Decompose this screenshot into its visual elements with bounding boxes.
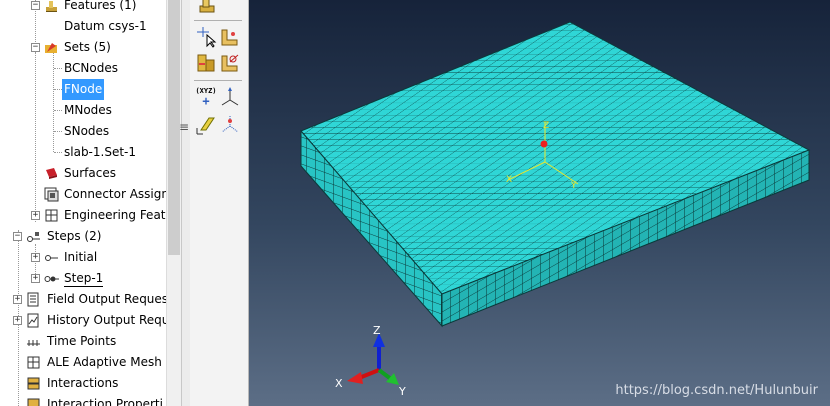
tree-item-label: ALE Adaptive Mesh C — [47, 355, 166, 369]
tree-guide — [54, 131, 62, 132]
tree-item-slab-set[interactable]: slab-1.Set-1 — [0, 142, 166, 163]
interaction-properties-icon — [27, 398, 40, 406]
collapse-icon[interactable]: − — [13, 232, 22, 241]
sets-icon — [45, 43, 57, 53]
tree-item-label: Interactions — [47, 376, 119, 390]
interactions-icon — [27, 377, 40, 390]
tree-item-label: BCNodes — [64, 61, 118, 75]
tree-item-features[interactable]: − Features (1) — [0, 0, 166, 16]
partition-face-icon[interactable] — [219, 26, 241, 48]
triad-y-label: Y — [398, 385, 406, 395]
expand-icon[interactable]: + — [31, 253, 40, 262]
tree-item-connector-assign[interactable]: Connector Assign — [0, 184, 166, 205]
plus-icon: + — [202, 94, 210, 108]
tree-item-label: Surfaces — [64, 166, 116, 180]
tree-item-engineering-features[interactable]: + Engineering Featu — [0, 205, 166, 226]
tree-item-label: Field Output Reques — [47, 292, 166, 306]
tree-guide — [54, 89, 62, 90]
tree-item-label: Step-1 — [64, 271, 104, 287]
tree-guide — [54, 110, 62, 111]
watermark: https://blog.csdn.net/Hulunbuir — [615, 383, 818, 398]
step-icon — [44, 276, 59, 282]
viewport[interactable]: Z Y X Z X Y https://blog.csdn.net/Hulunb… — [249, 0, 830, 406]
tree-item-label: slab-1.Set-1 — [64, 145, 137, 159]
tree-item-label: Engineering Featu — [64, 208, 166, 222]
tree-item-label: Initial — [64, 250, 98, 264]
fnode-point[interactable] — [540, 140, 548, 148]
tree-item-ale-adaptive-mesh[interactable]: ALE Adaptive Mesh C — [0, 352, 166, 373]
tree-item-label: SNodes — [64, 124, 110, 138]
tree-item-field-output[interactable]: + Field Output Reques — [0, 289, 166, 310]
view-triad: Z X Y — [335, 324, 406, 395]
tree-item-label: Time Points — [47, 334, 117, 348]
datum-point-icon[interactable] — [219, 114, 241, 136]
tree-item-label: MNodes — [64, 103, 112, 117]
tree-item-label: Sets (5) — [64, 40, 111, 54]
ale-mesh-icon — [27, 356, 40, 369]
tree-item-label: Connector Assign — [64, 187, 166, 201]
tree-scrollbar[interactable] — [166, 0, 181, 406]
tree-item-label: Interaction Properti — [47, 397, 163, 406]
toolbox-divider — [194, 20, 242, 21]
tree-item-bcnodes[interactable]: BCNodes — [0, 58, 166, 79]
expand-icon[interactable]: + — [31, 274, 40, 283]
datum-csys-tool[interactable]: (XYZ) + — [193, 86, 219, 108]
feature-tool-icon[interactable] — [196, 0, 218, 16]
triad-z-label: Z — [373, 324, 381, 337]
history-output-icon — [27, 313, 39, 328]
tree-item-label: History Output Requ — [47, 313, 166, 327]
expand-icon[interactable]: + — [13, 295, 22, 304]
steps-icon — [27, 232, 40, 242]
surfaces-icon — [46, 168, 57, 179]
tree-item-fnode[interactable]: FNode — [0, 79, 166, 100]
tree-item-surfaces[interactable]: Surfaces — [0, 163, 166, 184]
tree-item-initial[interactable]: + Initial — [0, 247, 166, 268]
tree-item-time-points[interactable]: Time Points — [0, 331, 166, 352]
expand-icon[interactable]: + — [13, 316, 22, 325]
engineering-features-icon — [45, 209, 58, 222]
cut-edge-icon[interactable] — [219, 52, 241, 74]
tree-item-sets[interactable]: − Sets (5) — [0, 37, 166, 58]
tree-guide — [54, 152, 62, 153]
tree-item-datum-csys[interactable]: Datum csys-1 — [0, 16, 166, 37]
initial-step-icon — [45, 255, 58, 261]
connector-icon — [44, 187, 59, 202]
tree-item-mnodes[interactable]: MNodes — [0, 100, 166, 121]
datum-axis-icon[interactable] — [219, 86, 241, 108]
triad-x-label: X — [335, 377, 343, 390]
field-output-icon — [27, 292, 39, 307]
tree-item-interaction-properties[interactable]: Interaction Properti — [0, 394, 166, 406]
svg-text:Z: Z — [543, 121, 549, 131]
features-icon — [46, 1, 57, 12]
toolbox: (XYZ) + — [190, 0, 249, 406]
tree-item-label: Steps (2) — [47, 229, 102, 243]
model-tree: − Features (1) Datum csys-1 − Sets (5) B… — [0, 0, 166, 406]
tree-item-label: Features (1) — [64, 0, 137, 12]
tree-item-history-output[interactable]: + History Output Requ — [0, 310, 166, 331]
time-points-icon — [27, 340, 40, 346]
splitter-grip-icon[interactable]: ≡ — [179, 120, 189, 134]
toolbox-divider — [194, 80, 242, 81]
tree-item-snodes[interactable]: SNodes — [0, 121, 166, 142]
collapse-icon[interactable]: − — [31, 43, 40, 52]
svg-text:X: X — [506, 175, 512, 185]
tree-item-steps[interactable]: − Steps (2) — [0, 226, 166, 247]
collapse-icon[interactable]: − — [31, 1, 40, 10]
tree-guide — [54, 68, 62, 69]
query-pick-icon[interactable] — [195, 26, 217, 48]
tree-item-step-1[interactable]: + Step-1 — [0, 268, 166, 289]
tree-item-interactions[interactable]: Interactions — [0, 373, 166, 394]
svg-text:Y: Y — [570, 181, 577, 191]
tree-item-label: Datum csys-1 — [64, 19, 147, 33]
expand-icon[interactable]: + — [31, 211, 40, 220]
tree-item-label: FNode — [62, 79, 105, 100]
datum-plane-icon[interactable] — [195, 114, 217, 136]
partition-cell-icon[interactable] — [195, 52, 217, 74]
